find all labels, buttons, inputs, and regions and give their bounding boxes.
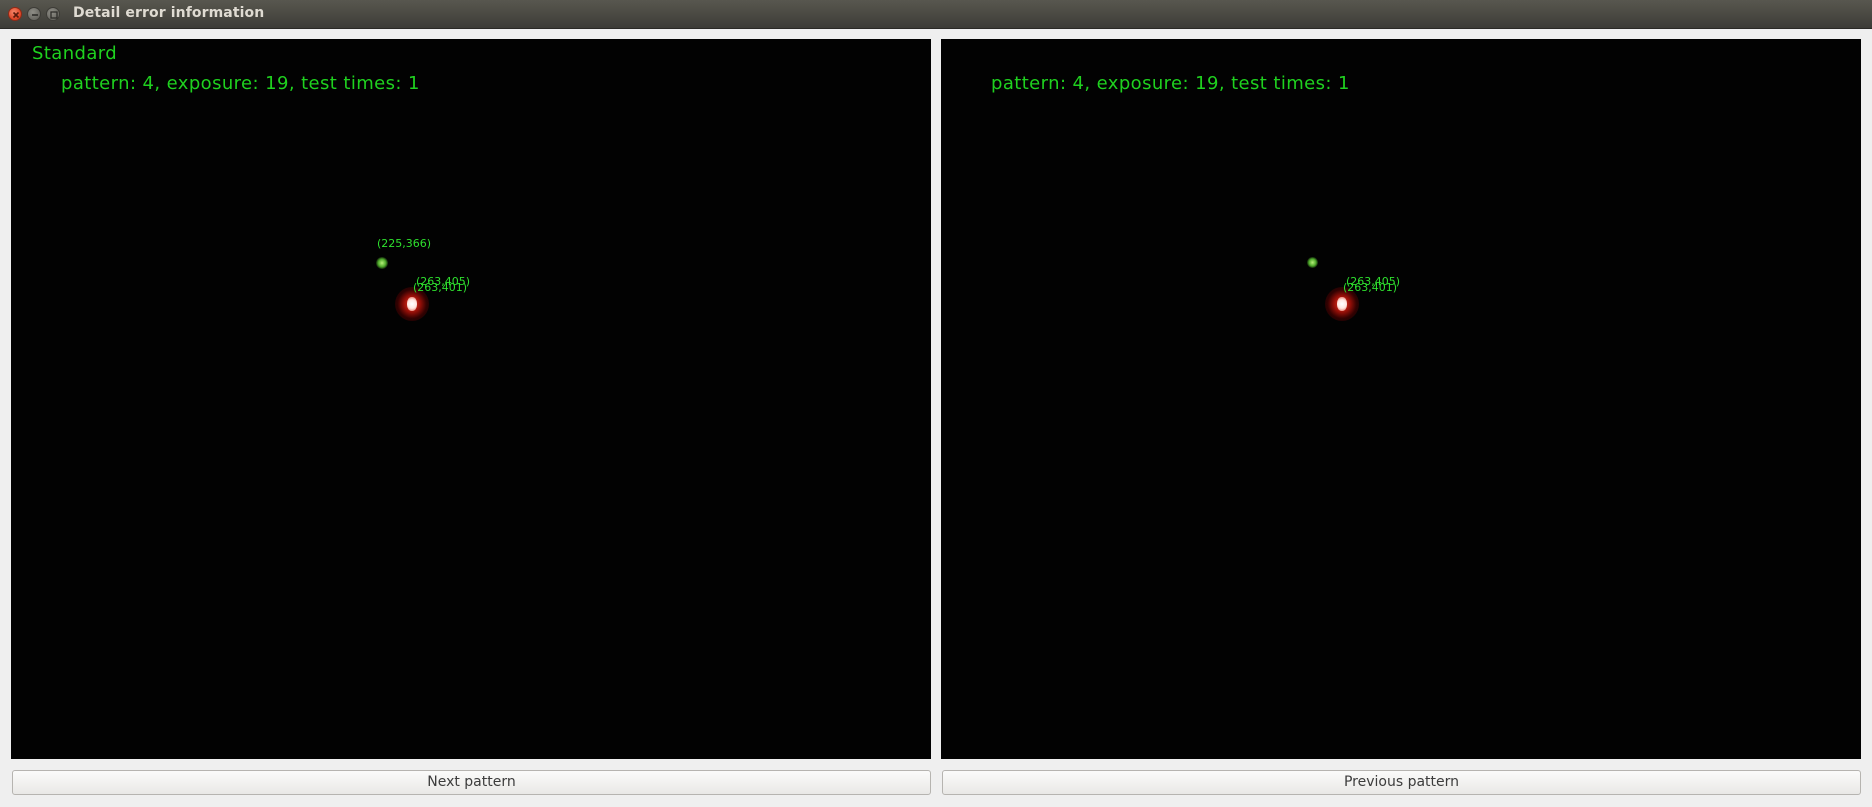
red-spot-coord-b: (263,401)	[1343, 281, 1398, 294]
red-spot-core	[407, 297, 417, 311]
maximize-icon	[50, 11, 58, 19]
next-pattern-button[interactable]: Next pattern	[12, 770, 931, 795]
maximize-button[interactable]	[46, 7, 60, 21]
minimize-icon	[32, 14, 38, 16]
window-title: Detail error information	[73, 5, 265, 21]
title-bar: Detail error information	[0, 0, 1872, 29]
pattern-info-left: pattern: 4, exposure: 19, test times: 1	[61, 73, 420, 94]
standard-label: Standard	[32, 43, 118, 64]
green-spot	[1307, 257, 1318, 268]
minimize-button[interactable]	[27, 7, 41, 21]
window: Detail error information Standard patter…	[0, 0, 1872, 807]
green-spot	[376, 257, 388, 269]
standard-image-pane: Standard pattern: 4, exposure: 19, test …	[11, 39, 931, 759]
green-spot-coord: (225,366)	[377, 237, 432, 250]
test-image-pane: pattern: 4, exposure: 19, test times: 1 …	[941, 39, 1861, 759]
previous-pattern-button[interactable]: Previous pattern	[942, 770, 1861, 795]
red-spot-core	[1337, 297, 1347, 311]
red-spot-coord-b: (263,401)	[413, 281, 468, 294]
close-button[interactable]	[8, 7, 22, 21]
pattern-info-right: pattern: 4, exposure: 19, test times: 1	[991, 73, 1350, 94]
close-icon	[12, 11, 20, 19]
